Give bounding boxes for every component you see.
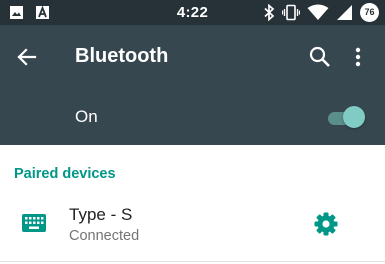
bluetooth-icon [264, 4, 275, 21]
device-name: Type - S [69, 205, 133, 224]
bluetooth-state-label: On [75, 107, 98, 126]
settings-gear-icon[interactable] [313, 211, 339, 237]
status-bar: 4:22 76 [0, 0, 385, 25]
paired-device-item[interactable]: Type - S Connected [0, 195, 385, 257]
bluetooth-toggle[interactable] [325, 106, 365, 128]
keyboard-icon [22, 214, 46, 232]
status-right-icons: 76 [263, 3, 379, 22]
signal-icon [337, 5, 352, 20]
more-vert-icon[interactable] [346, 43, 370, 71]
list-divider [0, 261, 385, 262]
back-arrow-icon[interactable] [14, 44, 40, 70]
paired-devices-header: Paired devices [14, 166, 116, 182]
bluetooth-switch-bar[interactable]: On [0, 89, 385, 145]
device-status: Connected [69, 228, 140, 244]
page-title: Bluetooth [75, 45, 169, 67]
battery-icon: 76 [360, 3, 379, 22]
toggle-thumb [343, 106, 365, 128]
toolbar: Bluetooth [0, 25, 385, 89]
vibrate-icon [282, 4, 300, 21]
search-icon[interactable] [306, 43, 334, 71]
battery-level: 76 [364, 7, 375, 17]
wifi-icon [307, 4, 329, 20]
